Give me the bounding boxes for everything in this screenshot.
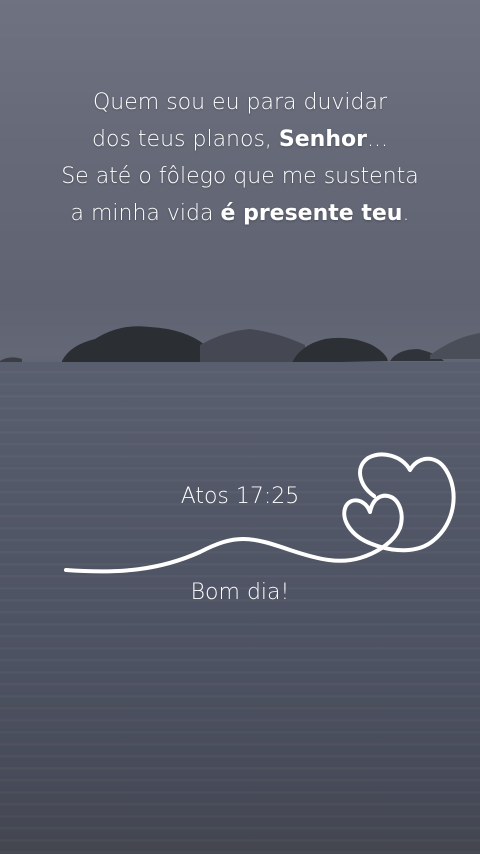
quote-line-2-bold: Senhor	[278, 127, 367, 152]
island-left	[62, 326, 221, 367]
greeting-text: Bom dia!	[190, 580, 290, 605]
quote-line-3: Se até o fôlego que me sustenta	[61, 164, 419, 189]
sea-waves	[0, 362, 480, 854]
quote-line-4-text: a minha vida	[70, 201, 221, 226]
quote-line-4-bold: é presente teu	[220, 201, 403, 226]
quote-line-2-text: dos teus planos,	[92, 127, 279, 152]
island-middle	[292, 337, 388, 363]
quote-line-4: a minha vida é presente teu.	[0, 195, 480, 232]
quote-line-1: Quem sou eu para duvidar	[92, 90, 388, 115]
background-photo: Quem sou eu para duvidar dos teus planos…	[0, 0, 480, 854]
heart-line-ornament-icon	[64, 452, 456, 574]
quote-text: Quem sou eu para duvidar dos teus planos…	[0, 84, 480, 232]
quote-line-2-ellipsis: ...	[366, 127, 388, 152]
quote-line-4-period: .	[402, 201, 410, 226]
bible-reference: Atos 17:25	[180, 484, 300, 509]
far-hill-middle	[200, 329, 305, 365]
quote-line-2: dos teus planos, Senhor...	[0, 121, 480, 158]
far-hill-right	[430, 333, 480, 359]
